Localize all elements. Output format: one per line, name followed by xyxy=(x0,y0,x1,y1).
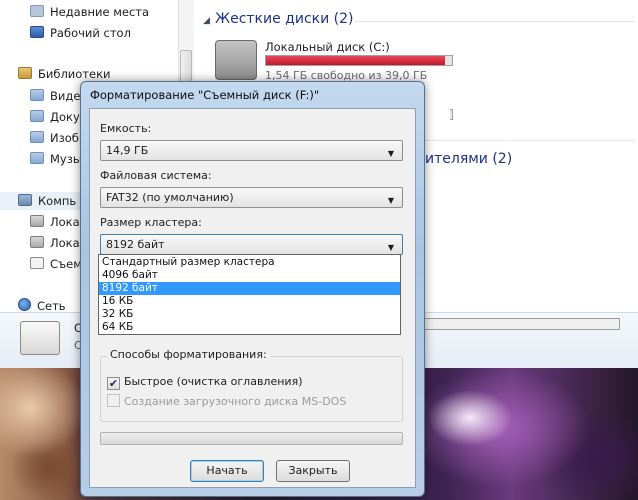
filesystem-value: FAT32 (по умолчанию) xyxy=(106,191,234,204)
chevron-down-icon: ▼ xyxy=(387,196,394,205)
nav-item-label: Недавние места xyxy=(50,5,150,19)
nav-item-video[interactable]: Видео xyxy=(30,87,87,105)
removable-disk-icon xyxy=(30,257,44,269)
dialog-title: Форматирование "Съемный диск (F:)" xyxy=(90,88,320,102)
disk-usage-bar xyxy=(265,55,453,66)
nav-item-pictures[interactable]: Изобр xyxy=(30,129,86,147)
nav-item-label: Рабочий стол xyxy=(50,26,131,40)
capacity-value: 14,9 ГБ xyxy=(106,144,149,157)
disk-usage-bar xyxy=(450,109,453,120)
format-options-group: Способы форматирования: ✔ Быстрое (очистк… xyxy=(100,348,403,422)
chevron-down-icon: ▼ xyxy=(387,149,394,158)
group-title-removable[interactable]: ителями (2) xyxy=(425,151,512,167)
cluster-size-option[interactable]: 64 КБ xyxy=(99,321,400,334)
nav-item-recent[interactable]: Недавние места xyxy=(30,3,149,21)
network-icon xyxy=(18,298,31,311)
group-divider xyxy=(425,140,635,141)
msdos-boot-option: Создание загрузочного диска MS-DOS xyxy=(107,394,346,410)
msdos-boot-label: Создание загрузочного диска MS-DOS xyxy=(124,395,347,408)
nav-item-label: Сеть xyxy=(37,299,66,313)
recent-places-icon xyxy=(30,5,44,17)
cluster-size-label: Размер кластера: xyxy=(100,216,202,229)
start-button[interactable]: Начать xyxy=(190,460,264,482)
quick-format-label: Быстрое (очистка оглавления) xyxy=(124,375,303,388)
nav-item-local-disk-d[interactable]: Локал xyxy=(30,234,87,252)
desktop-icon xyxy=(30,26,44,38)
cluster-size-select[interactable]: 8192 байт ▼ xyxy=(100,234,403,255)
hard-disk-icon xyxy=(30,236,44,248)
format-progress-bar xyxy=(100,432,403,445)
hard-disk-icon xyxy=(30,215,44,227)
quick-format-option[interactable]: ✔ Быстрое (очистка оглавления) xyxy=(107,374,302,390)
cluster-size-dropdown-list[interactable]: Стандартный размер кластера 4096 байт 8192… xyxy=(98,254,401,335)
filesystem-select[interactable]: FAT32 (по умолчанию) ▼ xyxy=(100,187,403,208)
video-folder-icon xyxy=(30,89,44,101)
documents-folder-icon xyxy=(30,110,44,122)
cluster-size-option[interactable]: Стандартный размер кластера xyxy=(99,256,400,269)
nav-item-label: Музы xyxy=(50,152,82,166)
cluster-size-value: 8192 байт xyxy=(106,238,165,251)
music-folder-icon xyxy=(30,152,44,164)
filesystem-label: Файловая система: xyxy=(100,169,212,182)
pictures-folder-icon xyxy=(30,131,44,143)
cluster-size-option[interactable]: 16 КБ xyxy=(99,295,400,308)
group-title-hard-drives[interactable]: Жесткие диски (2) xyxy=(215,11,353,27)
group-divider xyxy=(355,21,635,22)
msdos-boot-checkbox xyxy=(107,394,120,407)
nav-item-desktop[interactable]: Рабочий стол xyxy=(30,24,131,42)
quick-format-checkbox[interactable]: ✔ xyxy=(107,377,120,390)
libraries-icon xyxy=(18,67,32,79)
disk-usage-fill xyxy=(266,56,445,65)
cluster-size-option[interactable]: 8192 байт xyxy=(99,282,400,295)
computer-icon xyxy=(18,194,32,206)
capacity-select[interactable]: 14,9 ГБ ▼ xyxy=(100,140,403,161)
details-usage-bar xyxy=(424,318,620,330)
nav-item-label: Библиотеки xyxy=(38,67,111,81)
nav-item-music[interactable]: Музы xyxy=(30,150,82,168)
disk-name[interactable]: Локальный диск (C:) xyxy=(265,40,390,54)
cluster-size-option[interactable]: 32 КБ xyxy=(99,308,400,321)
cluster-size-option[interactable]: 4096 байт xyxy=(99,269,400,282)
nav-item-local-disk-c[interactable]: Локал xyxy=(30,213,87,231)
format-options-title: Способы форматирования: xyxy=(107,348,270,361)
hard-disk-icon[interactable] xyxy=(215,40,257,80)
nav-item-computer[interactable]: Компь xyxy=(18,192,76,210)
nav-item-label: Компь xyxy=(38,194,77,208)
removable-disk-icon xyxy=(20,321,60,355)
collapse-arrow-icon[interactable]: ◢ xyxy=(203,16,210,26)
capacity-label: Емкость: xyxy=(100,122,152,135)
close-button[interactable]: Закрыть xyxy=(276,460,350,482)
